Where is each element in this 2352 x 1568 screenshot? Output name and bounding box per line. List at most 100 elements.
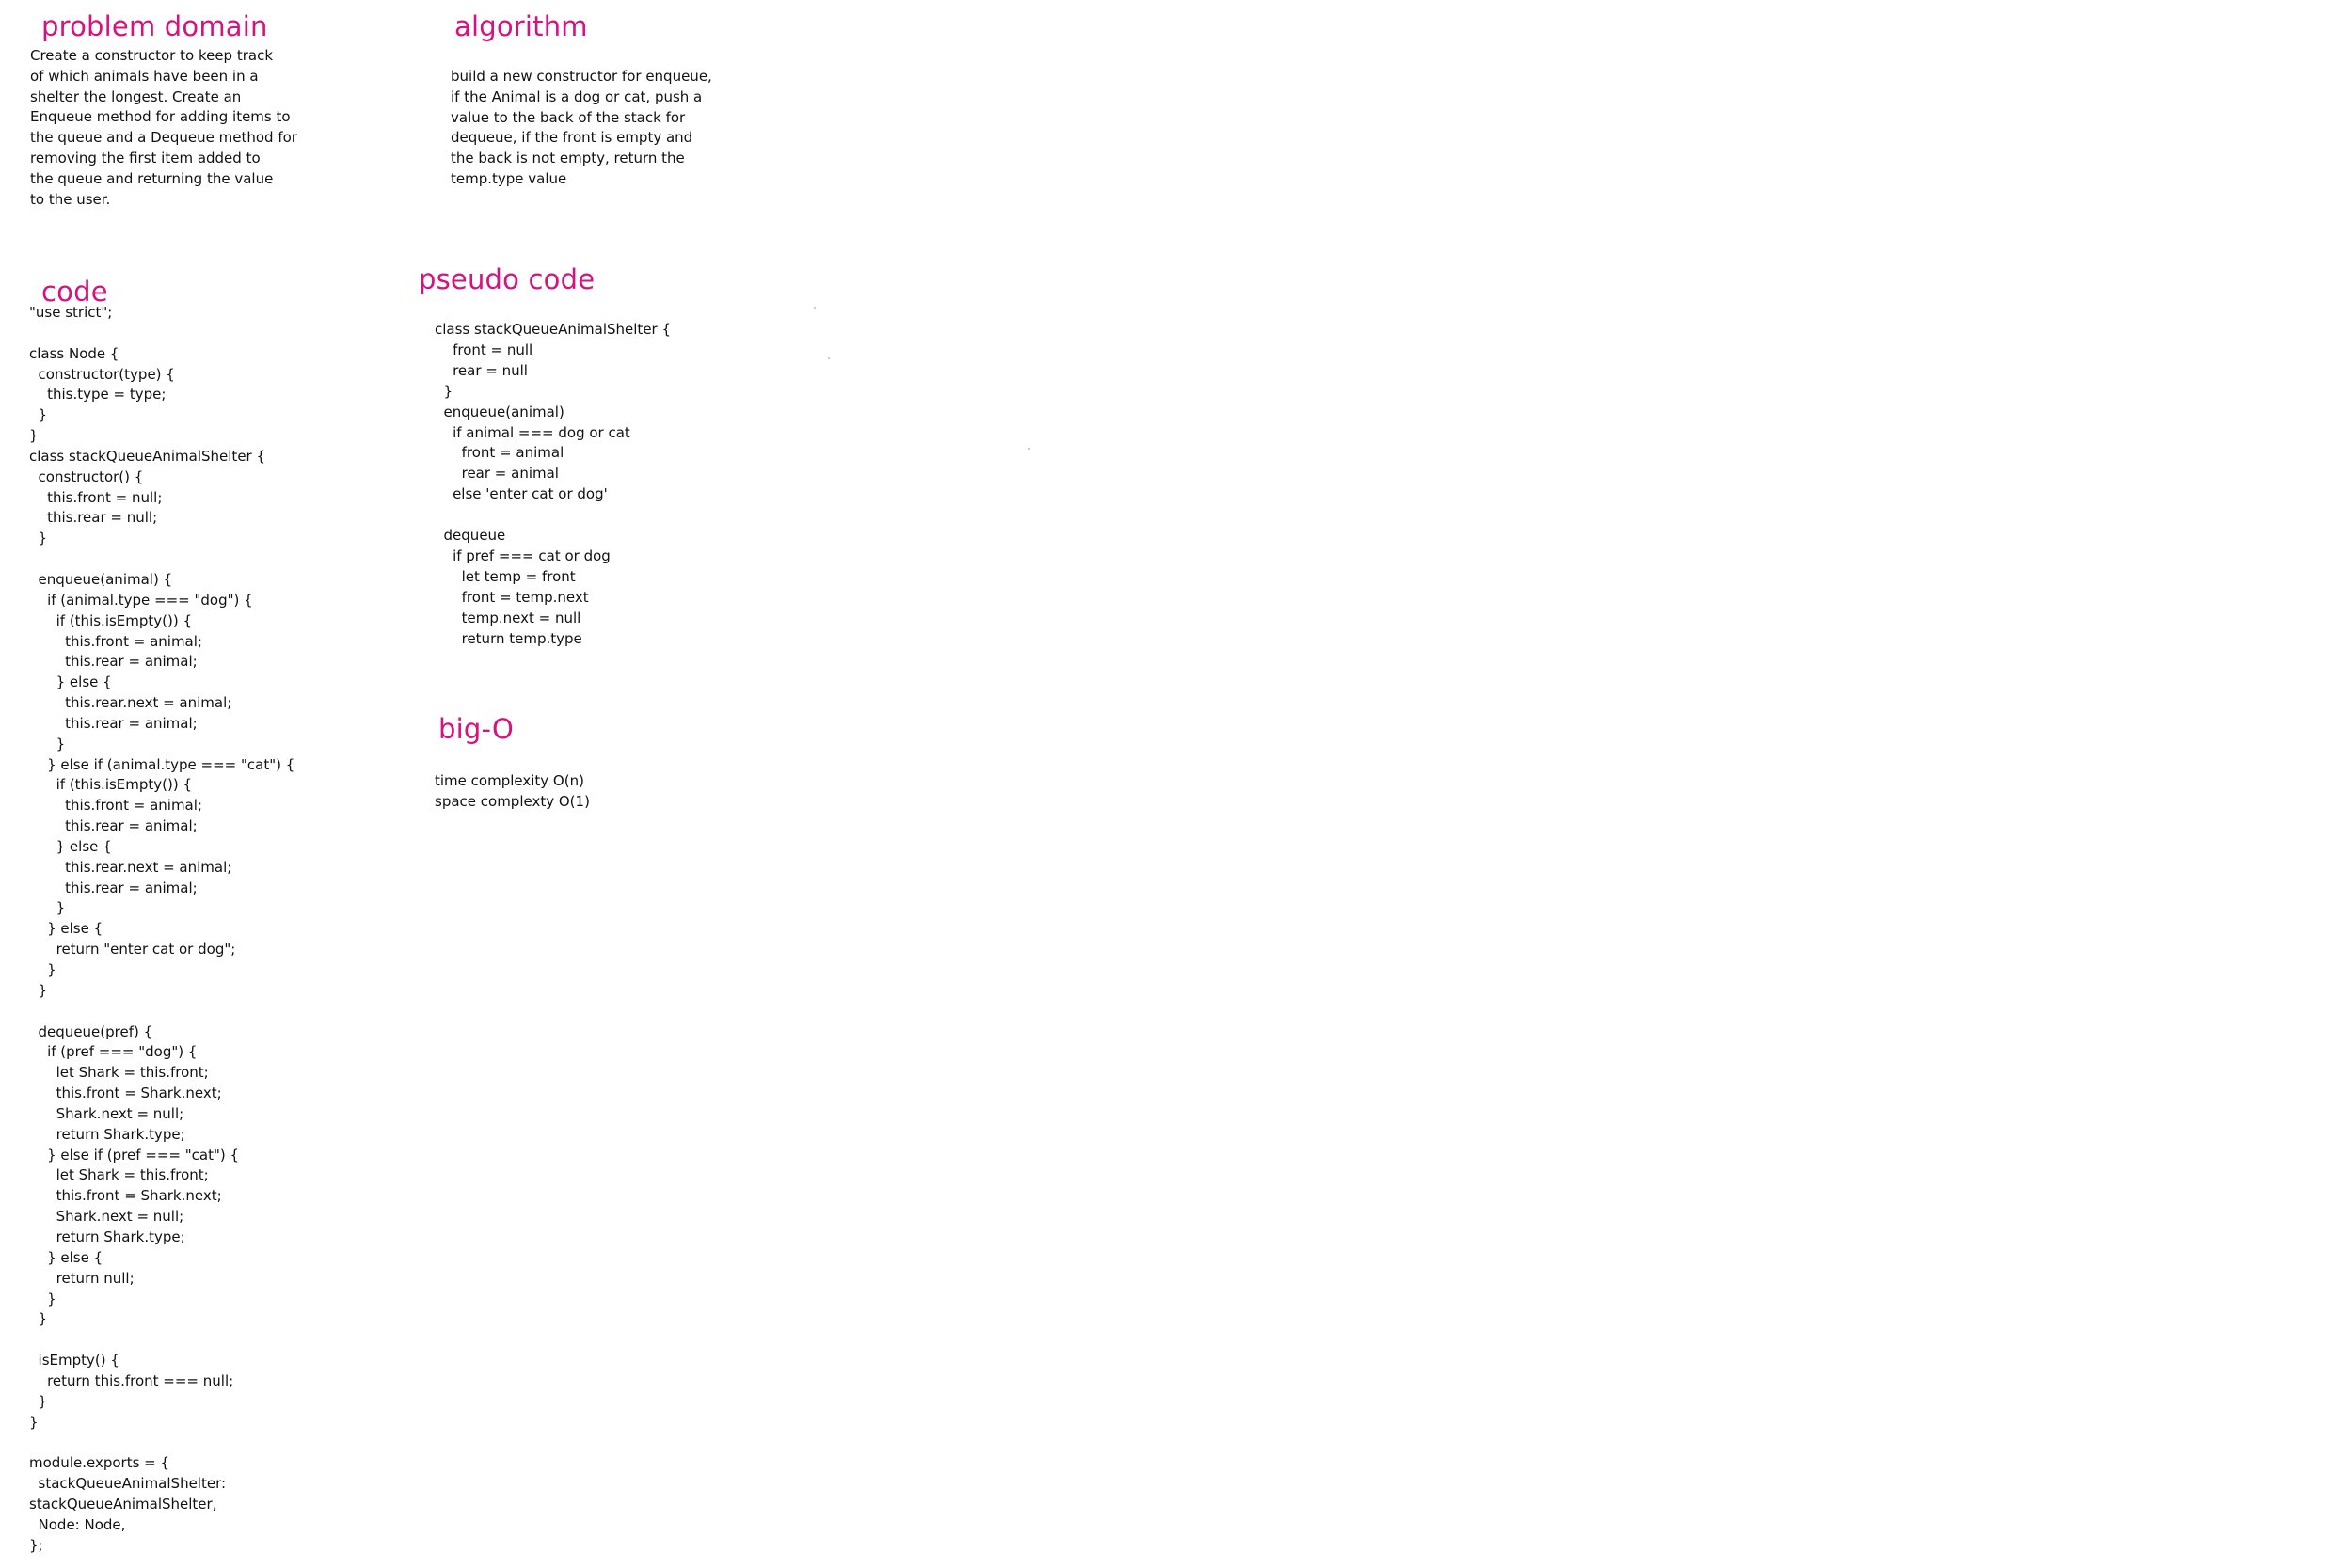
text-line: Node: Node,: [29, 1515, 126, 1533]
text-line: dequeue, if the front is empty and: [451, 129, 693, 147]
text-line: this.rear = animal;: [29, 653, 198, 671]
text-line: [29, 324, 294, 344]
text-line: }: [29, 1392, 48, 1410]
text-line: the queue and returning the value: [30, 169, 274, 187]
text-line: dequeue: [435, 527, 506, 545]
text-line: temp.next = null: [435, 609, 581, 626]
text-line: return Shark.type;: [29, 1125, 185, 1143]
text-line: front = animal: [435, 444, 564, 462]
text-line: "use strict";: [29, 304, 113, 321]
text-line: Create a constructor to keep track: [30, 47, 274, 64]
text-line: class Node {: [29, 344, 119, 362]
text-line: Shark.next = null;: [29, 1104, 184, 1122]
text-line: [29, 1330, 294, 1351]
text-line: value to the back of the stack for: [451, 108, 686, 126]
text-line: return temp.type: [435, 629, 582, 647]
text-line: enqueue(animal): [435, 403, 564, 420]
text-line: let Shark = this.front;: [29, 1064, 209, 1082]
text-line: this.front = Shark.next;: [29, 1085, 222, 1102]
text-line: isEmpty() {: [29, 1352, 119, 1370]
text-line: space complexty O(1): [435, 793, 590, 810]
text-line: to the user.: [30, 190, 111, 208]
text-line: constructor(type) {: [29, 365, 175, 383]
text-line: return null;: [29, 1269, 135, 1287]
text-line: the back is not empty, return the: [451, 150, 685, 167]
text-line: if the Animal is a dog or cat, push a: [451, 87, 703, 105]
algorithm-heading: algorithm: [454, 10, 588, 42]
text-line: module.exports = {: [29, 1454, 170, 1472]
text-line: stackQueueAnimalShelter,: [29, 1495, 217, 1513]
code-listing: "use strict"; class Node { constructor(t…: [29, 303, 294, 1556]
text-line: [29, 1433, 294, 1453]
text-line: this.rear.next = animal;: [29, 694, 232, 712]
text-line: dequeue(pref) {: [29, 1022, 153, 1040]
text-line: this.rear = animal;: [29, 817, 198, 835]
text-line: constructor() {: [29, 467, 144, 485]
text-line: stackQueueAnimalShelter:: [29, 1475, 227, 1493]
text-line: this.front = animal;: [29, 797, 202, 815]
text-line: this.front = null;: [29, 488, 163, 506]
text-line: return this.front === null;: [29, 1371, 234, 1389]
text-line: this.rear = null;: [29, 509, 158, 527]
text-line: if (animal.type === "dog") {: [29, 591, 253, 609]
text-line: else 'enter cat or dog': [435, 485, 608, 503]
text-line: }: [29, 406, 48, 424]
text-line: build a new constructor for enqueue,: [451, 68, 712, 85]
text-line: }: [435, 382, 453, 400]
text-line: this.front = animal;: [29, 632, 202, 650]
text-line: };: [29, 1536, 43, 1554]
text-line: }: [29, 1413, 39, 1431]
text-line: class stackQueueAnimalShelter {: [29, 447, 266, 465]
text-line: Enqueue method for adding items to: [30, 108, 291, 126]
text-line: }: [29, 981, 48, 999]
text-line: front = temp.next: [435, 588, 589, 606]
text-line: } else {: [29, 1248, 103, 1266]
speck-mark: [828, 357, 830, 359]
text-line: } else {: [29, 673, 112, 691]
text-line: return "enter cat or dog";: [29, 941, 236, 958]
text-line: }: [29, 1310, 48, 1328]
text-line: Shark.next = null;: [29, 1208, 184, 1226]
text-line: if (this.isEmpty()) {: [29, 776, 193, 794]
text-line: }: [29, 899, 66, 917]
text-line: [29, 549, 294, 570]
text-line: of which animals have been in a: [30, 67, 259, 85]
text-line: if (this.isEmpty()) {: [29, 611, 193, 629]
text-line: this.rear.next = animal;: [29, 858, 232, 876]
text-line: time complexity O(n): [435, 772, 584, 789]
big-o-heading: big-O: [438, 713, 514, 745]
text-line: shelter the longest. Create an: [30, 87, 242, 105]
pseudo-code-listing: class stackQueueAnimalShelter { front = …: [435, 320, 671, 650]
text-line: this.front = Shark.next;: [29, 1187, 222, 1205]
text-line: front = null: [435, 341, 533, 358]
text-line: removing the first item added to: [30, 149, 261, 166]
text-line: } else if (pref === "cat") {: [29, 1146, 240, 1164]
text-line: this.type = type;: [29, 386, 167, 404]
text-line: [435, 505, 671, 526]
text-line: } else {: [29, 920, 103, 938]
text-line: [29, 1002, 294, 1022]
text-line: rear = null: [435, 361, 528, 379]
text-line: } else {: [29, 837, 112, 855]
text-line: temp.type value: [451, 169, 567, 187]
text-line: this.rear = animal;: [29, 714, 198, 732]
text-line: this.rear = animal;: [29, 879, 198, 896]
text-line: let temp = front: [435, 567, 576, 585]
code-heading: code: [41, 276, 108, 308]
text-line: }: [29, 530, 48, 547]
text-line: }: [29, 427, 39, 445]
text-line: if pref === cat or dog: [435, 546, 611, 564]
text-line: enqueue(animal) {: [29, 570, 173, 588]
text-line: return Shark.type;: [29, 1227, 185, 1245]
pseudo-code-heading: pseudo code: [419, 263, 596, 295]
problem-domain-heading: problem domain: [41, 10, 268, 42]
text-line: }: [29, 961, 56, 978]
big-o-text: time complexity O(n) space complexty O(1): [435, 770, 590, 812]
text-line: }: [29, 735, 66, 752]
problem-domain-text: Create a constructor to keep track of whi…: [30, 46, 297, 210]
text-line: } else if (animal.type === "cat") {: [29, 755, 295, 773]
text-line: if (pref === "dog") {: [29, 1043, 198, 1061]
text-line: }: [29, 1290, 56, 1307]
text-line: if animal === dog or cat: [435, 423, 630, 441]
text-line: the queue and a Dequeue method for: [30, 129, 297, 147]
